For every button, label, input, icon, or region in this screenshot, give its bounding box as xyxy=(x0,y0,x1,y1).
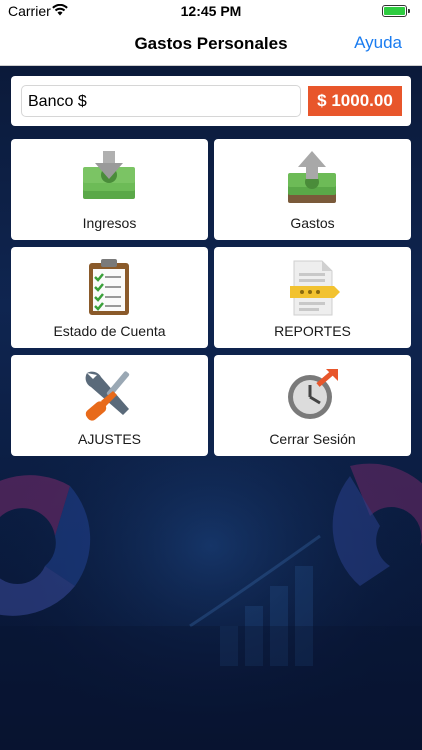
battery-icon xyxy=(382,5,410,17)
clipboard-checklist-icon xyxy=(89,259,129,315)
money-out-icon xyxy=(288,151,336,203)
status-bar: Carrier 12:45 PM xyxy=(0,0,422,22)
status-time: 12:45 PM xyxy=(180,3,242,19)
logout-clock-icon xyxy=(288,369,338,419)
help-button[interactable]: Ayuda xyxy=(354,33,402,53)
gastos-label: Gastos xyxy=(290,215,335,231)
reportes-button[interactable]: REPORTES xyxy=(214,247,411,348)
cerrar-sesion-label: Cerrar Sesión xyxy=(269,431,356,447)
tools-icon xyxy=(85,371,130,421)
reportes-label: REPORTES xyxy=(274,323,351,339)
ingresos-label: Ingresos xyxy=(82,215,137,231)
money-in-icon xyxy=(83,151,135,199)
ajustes-label: AJUSTES xyxy=(77,431,141,447)
gastos-button[interactable]: Gastos xyxy=(214,139,411,240)
cerrar-sesion-button[interactable]: Cerrar Sesión xyxy=(214,355,411,456)
ingresos-button[interactable]: Ingresos xyxy=(11,139,208,240)
balance-card: Banco $ $ 1000.00 xyxy=(11,76,411,126)
report-document-icon xyxy=(290,260,340,316)
bank-balance-field[interactable]: Banco $ xyxy=(21,85,301,117)
estado-de-cuenta-button[interactable]: Estado de Cuenta xyxy=(11,247,208,348)
ajustes-button[interactable]: AJUSTES xyxy=(11,355,208,456)
estado-de-cuenta-label: Estado de Cuenta xyxy=(53,323,166,339)
navigation-bar: Gastos Personales Ayuda xyxy=(0,22,422,66)
balance-amount-badge: $ 1000.00 xyxy=(308,86,402,116)
